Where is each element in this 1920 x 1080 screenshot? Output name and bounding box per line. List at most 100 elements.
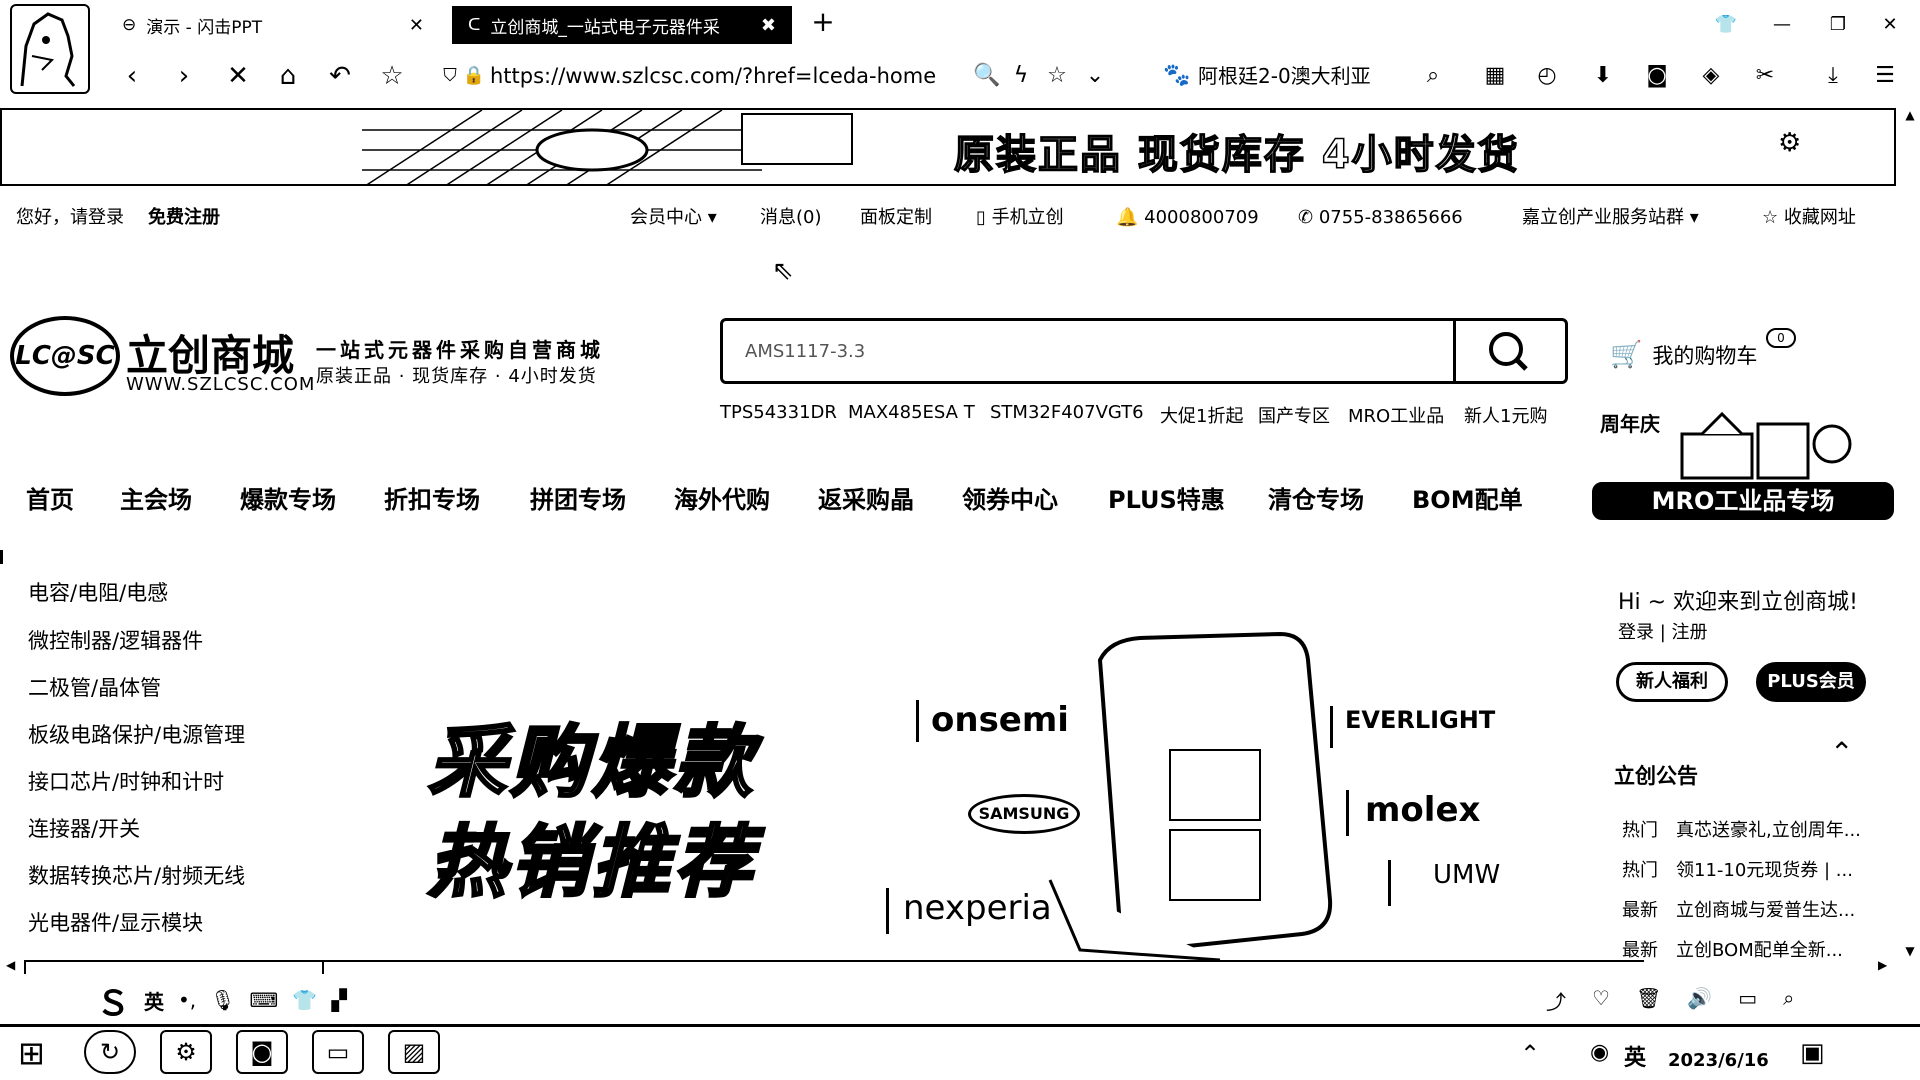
stop-icon[interactable]: ✕	[222, 60, 254, 92]
category-item[interactable]: 光电器件/显示模块	[28, 908, 203, 938]
plus-member-button[interactable]: PLUS会员	[1756, 662, 1866, 702]
mobile-link[interactable]: ▯ 手机立创	[976, 205, 1064, 231]
settings-taskbar-icon[interactable]: ⚙	[160, 1030, 212, 1074]
forward-icon[interactable]: ›	[168, 60, 200, 92]
scissors-icon[interactable]: ✂	[1748, 60, 1782, 92]
scroll-up-icon[interactable]: ▲	[1900, 108, 1920, 122]
scroll-thumb[interactable]	[24, 960, 324, 974]
undo-icon[interactable]: ↶	[324, 60, 356, 92]
tab-inactive[interactable]: ⊖ 演示 - 闪击PPT ✕	[108, 6, 438, 44]
search-icon[interactable]: ⌕	[1783, 986, 1794, 1015]
hotline-qq[interactable]: 🔔 4000800709	[1116, 205, 1259, 231]
nav-hot-items[interactable]: 爆款专场	[240, 480, 336, 515]
chevron-down-icon[interactable]: ⌄	[1078, 60, 1112, 92]
nav-plus[interactable]: PLUS特惠	[1108, 480, 1225, 515]
search-button[interactable]	[1453, 321, 1565, 381]
heart-icon[interactable]: ♡	[1592, 986, 1610, 1015]
scroll-left-icon[interactable]: ◀	[6, 958, 15, 972]
sogou-ime-icon[interactable]: Ｓ	[96, 976, 130, 1025]
punctuation-icon[interactable]: •,	[178, 988, 196, 1012]
close-tab-icon[interactable]: ✕	[409, 15, 424, 36]
category-item[interactable]: 电容/电阻/电感	[28, 578, 168, 608]
settings-icon[interactable]: ⚙	[1778, 128, 1801, 158]
close-tab-icon[interactable]: ✖	[761, 15, 776, 36]
horizontal-scrollbar[interactable]: ◀ ▶	[0, 958, 1896, 976]
nav-group-buy[interactable]: 拼团专场	[530, 480, 626, 515]
back-icon[interactable]: ‹	[116, 60, 148, 92]
trash-icon[interactable]: 🗑	[1636, 986, 1661, 1015]
star-icon[interactable]: ☆	[376, 60, 408, 92]
profile-avatar[interactable]	[10, 4, 90, 94]
notification-icon[interactable]: ▣	[1800, 1038, 1825, 1068]
new-tab-button[interactable]: +	[806, 6, 840, 40]
close-window-button[interactable]: ✕	[1870, 10, 1910, 40]
search-input[interactable]	[743, 321, 1343, 381]
category-item[interactable]: 板级电路保护/电源管理	[28, 720, 245, 750]
promo-banner[interactable]: 原装正品 现货库存 4小时发货 ⚙	[0, 108, 1896, 186]
hot-word[interactable]: 国产专区	[1258, 402, 1330, 428]
download-circle-icon[interactable]: ⬇	[1586, 60, 1620, 92]
announcement-item[interactable]: 热门 真芯送豪礼,立创周年...	[1622, 816, 1861, 842]
login-prompt[interactable]: 您好，请登录	[16, 205, 124, 231]
nav-coupons[interactable]: 领券中心	[962, 480, 1058, 515]
skin-icon[interactable]: 👕	[292, 988, 317, 1012]
clock-icon[interactable]: ◴	[1530, 60, 1564, 92]
download-icon[interactable]: ⤓	[1816, 60, 1850, 92]
app-taskbar-icon[interactable]: ◙	[236, 1030, 288, 1074]
hot-word[interactable]: MRO工业品	[1348, 402, 1444, 428]
nav-overseas[interactable]: 海外代购	[674, 480, 770, 515]
hot-word[interactable]: STM32F407VGT6	[990, 402, 1144, 423]
category-item[interactable]: 微控制器/逻辑器件	[28, 626, 203, 656]
register-link[interactable]: 免费注册	[148, 205, 220, 231]
url-field[interactable]: https://www.szlcsc.com/?href=lceda-home	[490, 60, 936, 92]
zoom-icon[interactable]: 🔍	[970, 60, 1004, 92]
rocket-icon[interactable]: ⤴	[1546, 986, 1566, 1015]
brand-logo[interactable]: onsemi	[916, 700, 1069, 742]
folder-taskbar-icon[interactable]: ▭	[312, 1030, 364, 1074]
windows-start-icon[interactable]: ⊞	[18, 1034, 45, 1072]
fox-icon[interactable]: ◈	[1694, 60, 1728, 92]
mro-promo[interactable]: 周年庆 MRO工业品专场	[1592, 400, 1894, 520]
category-item[interactable]: 二极管/晶体管	[28, 673, 161, 703]
panel-login-link[interactable]: 登录	[1618, 622, 1654, 643]
nav-discount[interactable]: 折扣专场	[384, 480, 480, 515]
tray-app-icon[interactable]: ◉	[1590, 1040, 1609, 1065]
hot-word[interactable]: MAX485ESA T	[848, 402, 975, 423]
search-icon[interactable]: ⌕	[1416, 60, 1450, 92]
tray-language[interactable]: 英	[1624, 1040, 1646, 1072]
nav-home[interactable]: 首页	[26, 480, 74, 515]
hotline-phone[interactable]: ✆ 0755-83865666	[1298, 205, 1463, 231]
home-icon[interactable]: ⌂	[272, 60, 304, 92]
panel-custom-link[interactable]: 面板定制	[860, 205, 932, 231]
bookmark-link[interactable]: ☆ 收藏网址	[1762, 205, 1856, 231]
minimize-button[interactable]: —	[1762, 10, 1802, 40]
nav-main-venue[interactable]: 主会场	[120, 480, 192, 515]
service-sites-link[interactable]: 嘉立创产业服务站群 ▾	[1522, 205, 1699, 231]
shopping-cart[interactable]: 🛒 我的购物车 0	[1610, 328, 1796, 370]
collapse-up-icon[interactable]: ⌃	[1830, 736, 1853, 769]
hot-word[interactable]: TPS54331DR	[720, 402, 837, 423]
bolt-icon[interactable]: ϟ	[1004, 60, 1038, 92]
brand-logo[interactable]: SAMSUNG	[968, 794, 1080, 834]
shirt-icon[interactable]: 👕	[1706, 10, 1746, 40]
tray-expand-icon[interactable]: ⌃	[1520, 1040, 1540, 1068]
keyboard-icon[interactable]: ⌨	[250, 988, 279, 1012]
scroll-right-icon[interactable]: ▶	[1878, 958, 1887, 972]
hot-word[interactable]: 大促1折起	[1160, 402, 1243, 428]
toolbox-icon[interactable]: ▞	[331, 988, 346, 1012]
brand-logo[interactable]: nexperia	[886, 888, 1052, 934]
nav-clearance[interactable]: 清仓专场	[1268, 480, 1364, 515]
vertical-scrollbar[interactable]: ▲ ▼	[1900, 108, 1920, 958]
newcomer-benefits-button[interactable]: 新人福利	[1616, 662, 1728, 702]
brand-logo[interactable]: UMW	[1388, 860, 1500, 906]
quick-link[interactable]: 阿根廷2-0澳大利亚	[1198, 60, 1371, 92]
announcement-item[interactable]: 热门 领11-10元现货券 | ...	[1622, 856, 1853, 882]
nav-bom[interactable]: BOM配单	[1412, 480, 1523, 515]
panel-register-link[interactable]: 注册	[1672, 622, 1708, 643]
hot-word[interactable]: 新人1元购	[1464, 402, 1547, 428]
ime-language[interactable]: 英	[144, 986, 164, 1015]
browser-taskbar-icon[interactable]: ↻	[84, 1030, 136, 1074]
favorite-icon[interactable]: ☆	[1040, 60, 1074, 92]
category-item[interactable]: 接口芯片/时钟和计时	[28, 767, 224, 797]
scroll-down-icon[interactable]: ▼	[1900, 944, 1920, 958]
